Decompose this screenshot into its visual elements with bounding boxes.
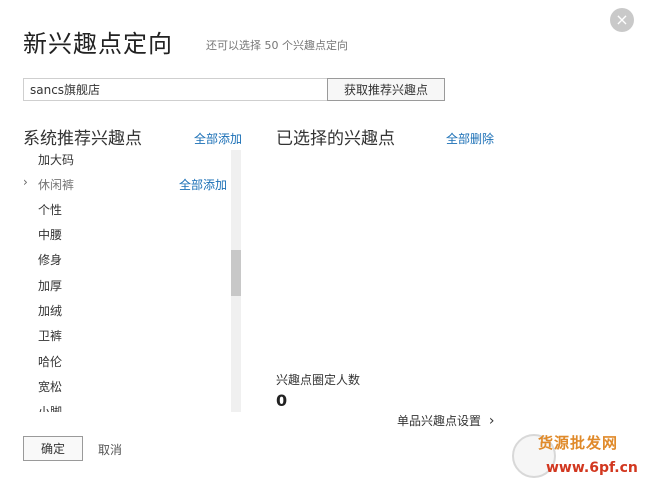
list-item[interactable]: 中腰 xyxy=(23,226,229,246)
list-item[interactable]: 加大码 xyxy=(23,151,229,171)
interest-targeting-dialog: × 新兴趣点定向 还可以选择 50 个兴趣点定向 获取推荐兴趣点 系统推荐兴趣点… xyxy=(0,0,660,492)
close-icon: × xyxy=(615,10,629,29)
watermark-text: 货源批发网 xyxy=(538,434,619,452)
close-button[interactable]: × xyxy=(610,8,634,32)
list-group-header[interactable]: › 休闲裤 全部添加 xyxy=(23,175,229,196)
list-item[interactable]: 小脚 xyxy=(23,403,229,412)
selected-title: 已选择的兴趣点 xyxy=(276,129,395,149)
list-item[interactable]: 加厚 xyxy=(23,277,229,297)
scrollbar-thumb[interactable] xyxy=(231,250,241,296)
confirm-button[interactable]: 确定 xyxy=(23,436,83,461)
recommended-title: 系统推荐兴趣点 xyxy=(23,129,142,149)
single-item-interest-settings-link[interactable]: 单品兴趣点设置 › xyxy=(397,412,494,429)
audience-count-value: 0 xyxy=(276,391,288,410)
list-item[interactable]: 哈伦 xyxy=(23,353,229,373)
chevron-right-icon[interactable]: › xyxy=(23,175,28,189)
dialog-title: 新兴趣点定向 xyxy=(23,30,173,58)
list-item[interactable]: 卫裤 xyxy=(23,327,229,347)
fetch-recommendations-button[interactable]: 获取推荐兴趣点 xyxy=(327,78,445,101)
audience-count-label: 兴趣点圈定人数 xyxy=(276,373,361,387)
dialog-subtitle: 还可以选择 50 个兴趣点定向 xyxy=(206,39,348,52)
recommended-add-all-link[interactable]: 全部添加 xyxy=(194,130,242,147)
chevron-right-icon: › xyxy=(488,413,495,429)
recommended-list: 加大码 › 休闲裤 全部添加 个性 中腰 修身 加厚 加绒 卫裤 哈伦 宽松 小… xyxy=(23,150,241,412)
list-item[interactable]: 加绒 xyxy=(23,302,229,322)
list-item[interactable]: 个性 xyxy=(23,201,229,221)
cancel-button[interactable]: 取消 xyxy=(98,441,122,458)
selected-delete-all-link[interactable]: 全部删除 xyxy=(446,130,494,147)
list-item[interactable]: 修身 xyxy=(23,251,229,271)
watermark-url: www.6pf.cn xyxy=(546,460,638,476)
watermark-logo: 货源批发网 www.6pf.cn xyxy=(506,428,656,488)
group-label: 休闲裤 xyxy=(38,178,75,192)
group-add-all-link[interactable]: 全部添加 xyxy=(179,176,227,193)
list-scrollbar[interactable] xyxy=(231,150,241,412)
list-item[interactable]: 宽松 xyxy=(23,378,229,398)
keyword-input[interactable] xyxy=(23,78,329,101)
